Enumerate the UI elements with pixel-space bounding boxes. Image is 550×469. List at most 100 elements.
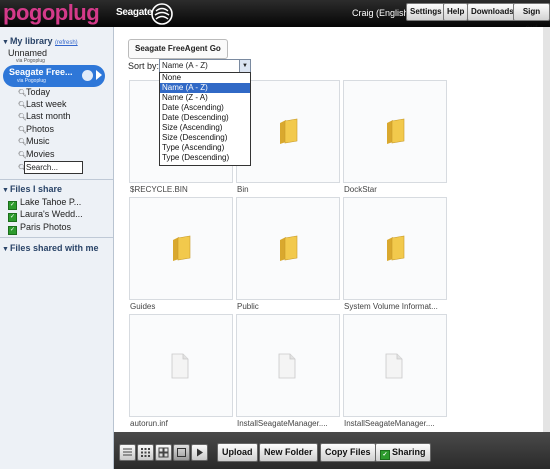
device-seagate-sub: via Pogoplug xyxy=(17,78,46,84)
document-icon xyxy=(278,353,296,379)
file-name: Bin xyxy=(237,185,249,194)
sharing-button[interactable]: ✓ Sharing xyxy=(375,443,431,462)
file-tile[interactable]: Guides xyxy=(129,197,233,311)
device-tab[interactable]: Seagate FreeAgent Go xyxy=(128,39,228,59)
new-folder-button[interactable]: New Folder xyxy=(259,443,318,462)
device-unnamed-sub: via Pogoplug xyxy=(16,58,45,64)
sort-option[interactable]: Date (Ascending) xyxy=(160,103,250,113)
nav-today[interactable]: 🔍︎Today xyxy=(18,87,50,97)
my-library-header[interactable]: ▼My library (refresh) xyxy=(2,36,78,46)
device-seagate-name: Seagate Free... xyxy=(9,67,73,77)
file-name: autorun.inf xyxy=(130,419,168,428)
folder-icon xyxy=(387,235,405,261)
device-seagate-selected[interactable]: Seagate Free... via Pogoplug xyxy=(3,65,105,87)
share-item[interactable]: ✓ Laura's Wedd... xyxy=(8,209,83,222)
large-view-icon[interactable] xyxy=(173,444,190,461)
folder-icon xyxy=(280,118,298,144)
collapse-triangle-icon: ▼ xyxy=(2,187,9,194)
file-name: System Volume Informat... xyxy=(344,302,438,311)
sort-selected-value: Name (A - Z) xyxy=(162,61,208,70)
file-name: DockStar xyxy=(344,185,377,194)
file-tile[interactable]: Public xyxy=(236,197,340,311)
file-name: Guides xyxy=(130,302,156,311)
nav-label: Last week xyxy=(26,99,67,109)
magnifier-icon: 🔍︎ xyxy=(18,114,27,121)
share-item[interactable]: ✓ Paris Photos xyxy=(8,222,71,235)
device-status-icon[interactable] xyxy=(82,70,93,81)
nav-label: Movies xyxy=(26,149,55,159)
grid-view-icon[interactable] xyxy=(155,444,172,461)
downloads-button[interactable]: Downloads xyxy=(467,3,518,21)
my-library-title: My library xyxy=(9,36,53,46)
file-tile[interactable]: System Volume Informat... xyxy=(343,197,447,311)
share-label: Paris Photos xyxy=(20,222,72,232)
sort-select[interactable]: Name (A - Z) ▼ xyxy=(159,59,251,73)
magnifier-icon: 🔍︎ xyxy=(18,102,27,109)
folder-icon xyxy=(173,235,191,261)
copy-files-button[interactable]: Copy Files xyxy=(320,443,376,462)
sort-label: Sort by: xyxy=(128,61,160,71)
collapse-triangle-icon: ▼ xyxy=(2,39,9,46)
file-browser: Seagate FreeAgent Go Sort by: Name (A - … xyxy=(114,27,550,432)
search-input[interactable]: Search... xyxy=(24,161,83,174)
nav-label: Music xyxy=(26,136,50,146)
file-name: InstallSeagateManager.... xyxy=(344,419,435,428)
file-name: Public xyxy=(237,302,259,311)
file-tile[interactable]: InstallSeagateManager.... xyxy=(236,314,340,428)
help-button[interactable]: Help xyxy=(443,3,469,21)
pogoplug-logo[interactable]: pogoplug xyxy=(3,1,100,25)
nav-last-month[interactable]: 🔍︎Last month xyxy=(18,111,71,121)
sort-option[interactable]: Size (Ascending) xyxy=(160,123,250,133)
files-i-share-title: Files I share xyxy=(9,184,62,194)
nav-movies[interactable]: 🔍︎Movies xyxy=(18,149,55,159)
files-shared-with-me-header[interactable]: ▼Files shared with me xyxy=(2,243,98,253)
sort-option[interactable]: None xyxy=(160,73,250,83)
scrollbar[interactable] xyxy=(543,27,550,432)
upload-button[interactable]: Upload xyxy=(217,443,258,462)
refresh-link[interactable]: (refresh) xyxy=(55,40,78,46)
user-name: Craig (English) xyxy=(352,8,412,18)
sidebar: ▼My library (refresh) Unnamed via Pogopl… xyxy=(0,27,114,469)
chevron-down-icon[interactable]: ▼ xyxy=(239,60,250,72)
sign-out-button[interactable]: Sign out xyxy=(513,3,550,32)
seagate-swirl-icon xyxy=(151,3,173,25)
file-tile[interactable]: DockStar xyxy=(343,80,447,194)
share-icon: ✓ xyxy=(8,226,17,235)
files-i-share-header[interactable]: ▼Files I share xyxy=(2,184,62,194)
nav-music[interactable]: 🔍︎Music xyxy=(18,136,50,146)
slideshow-play-icon[interactable] xyxy=(191,444,208,461)
expand-arrow-icon[interactable] xyxy=(96,70,102,80)
file-tile[interactable]: Bin xyxy=(236,80,340,194)
sort-option[interactable]: Size (Descending) xyxy=(160,133,250,143)
folder-icon xyxy=(387,118,405,144)
settings-button[interactable]: Settings xyxy=(406,3,446,21)
files-shared-with-me-title: Files shared with me xyxy=(9,243,99,253)
sort-option[interactable]: Type (Ascending) xyxy=(160,143,250,153)
sort-option[interactable]: Name (Z - A) xyxy=(160,93,250,103)
file-tile[interactable]: autorun.inf xyxy=(129,314,233,428)
sort-option[interactable]: Type (Descending) xyxy=(160,153,250,163)
sort-option-selected[interactable]: Name (A - Z) xyxy=(160,83,250,93)
nav-photos[interactable]: 🔍︎Photos xyxy=(18,124,54,134)
bottom-toolbar: Upload New Folder Copy Files ✓ Sharing xyxy=(114,432,550,469)
file-tile[interactable]: InstallSeagateManager.... xyxy=(343,314,447,428)
nav-label: Photos xyxy=(26,124,55,134)
magnifier-icon: 🔍︎ xyxy=(18,139,27,146)
device-unnamed[interactable]: Unnamed xyxy=(8,48,47,58)
magnifier-icon: 🔍︎ xyxy=(18,152,27,159)
sidebar-divider xyxy=(0,179,113,180)
nav-label: Last month xyxy=(26,111,71,121)
collapse-triangle-icon: ▼ xyxy=(2,246,9,253)
share-icon: ✓ xyxy=(8,213,17,222)
list-view-icon[interactable] xyxy=(119,444,136,461)
document-icon xyxy=(385,353,403,379)
nav-last-week[interactable]: 🔍︎Last week xyxy=(18,99,67,109)
file-name: InstallSeagateManager.... xyxy=(237,419,328,428)
share-label: Laura's Wedd... xyxy=(20,209,83,219)
share-label: Lake Tahoe P... xyxy=(20,197,82,207)
document-icon xyxy=(171,353,189,379)
sort-option[interactable]: Date (Descending) xyxy=(160,113,250,123)
small-grid-view-icon[interactable] xyxy=(137,444,154,461)
file-name: $RECYCLE.BIN xyxy=(130,185,188,194)
seagate-brand: Seagate xyxy=(116,7,153,18)
